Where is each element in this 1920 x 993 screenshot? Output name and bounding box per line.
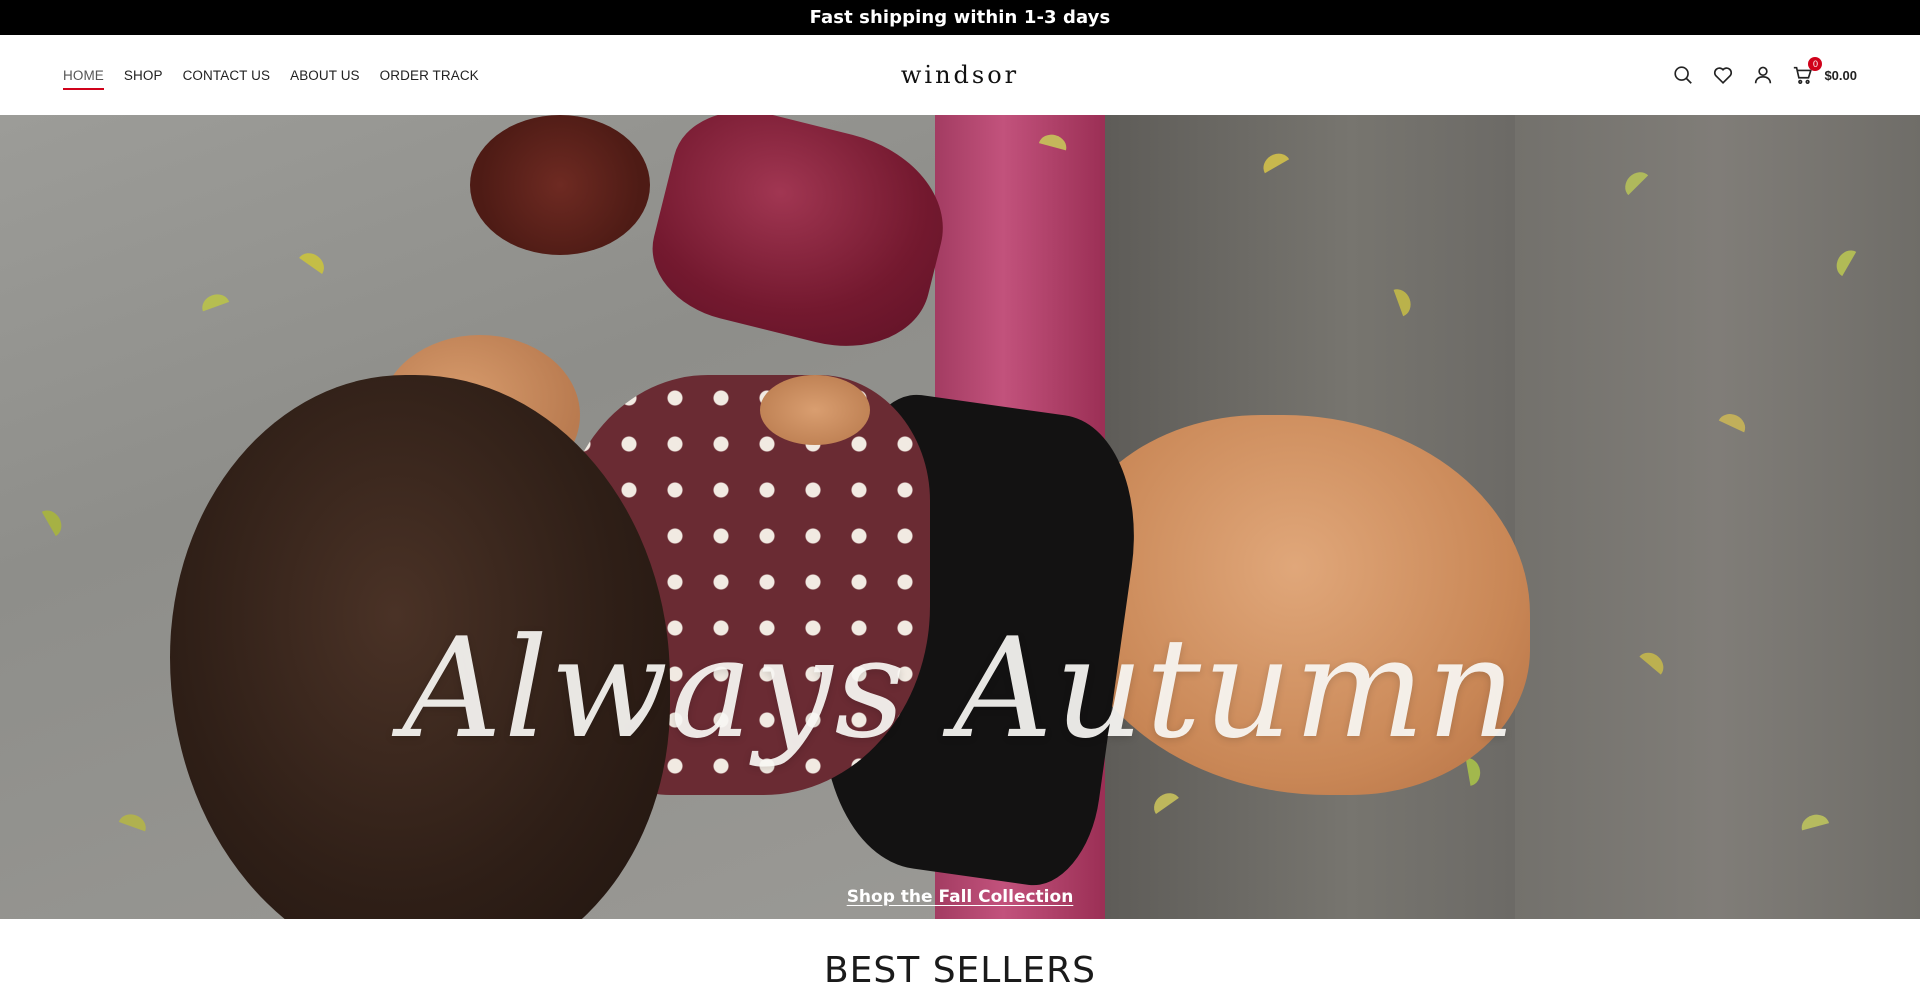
hero-image-pompom: [470, 115, 650, 255]
hero-image-hand: [760, 375, 870, 445]
main-nav: HOME SHOP CONTACT US ABOUT US ORDER TRAC…: [63, 35, 499, 115]
best-sellers-heading: BEST SELLERS: [823, 950, 1097, 991]
hero-banner[interactable]: Always Autumn Shop the Fall Collection: [0, 115, 1920, 919]
cart-total[interactable]: $0.00: [1824, 68, 1857, 83]
site-logo[interactable]: windsor: [901, 35, 1019, 115]
nav-order-track[interactable]: ORDER TRACK: [380, 64, 479, 87]
nav-shop[interactable]: SHOP: [124, 64, 163, 87]
announcement-bar: Fast shipping within 1-3 days: [0, 0, 1920, 35]
hero-cta-wrap: Shop the Fall Collection: [0, 887, 1920, 907]
shop-fall-collection-link[interactable]: Shop the Fall Collection: [847, 887, 1074, 907]
hero-image-asphalt: [1515, 115, 1920, 919]
heart-icon[interactable]: [1712, 64, 1734, 86]
hero-title: Always Autumn: [402, 608, 1518, 769]
user-icon[interactable]: [1752, 64, 1774, 86]
nav-contact-us[interactable]: CONTACT US: [183, 64, 271, 87]
announcement-text: Fast shipping within 1-3 days: [809, 7, 1111, 28]
header-tools: 0 $0.00: [1672, 35, 1857, 115]
search-icon[interactable]: [1672, 64, 1694, 86]
cart-widget[interactable]: 0 $0.00: [1792, 57, 1857, 86]
cart-count-badge: 0: [1808, 57, 1823, 71]
site-header: HOME SHOP CONTACT US ABOUT US ORDER TRAC…: [0, 35, 1920, 115]
nav-about-us[interactable]: ABOUT US: [290, 64, 360, 87]
cart-icon[interactable]: 0: [1792, 57, 1823, 86]
nav-home[interactable]: HOME: [63, 64, 104, 90]
